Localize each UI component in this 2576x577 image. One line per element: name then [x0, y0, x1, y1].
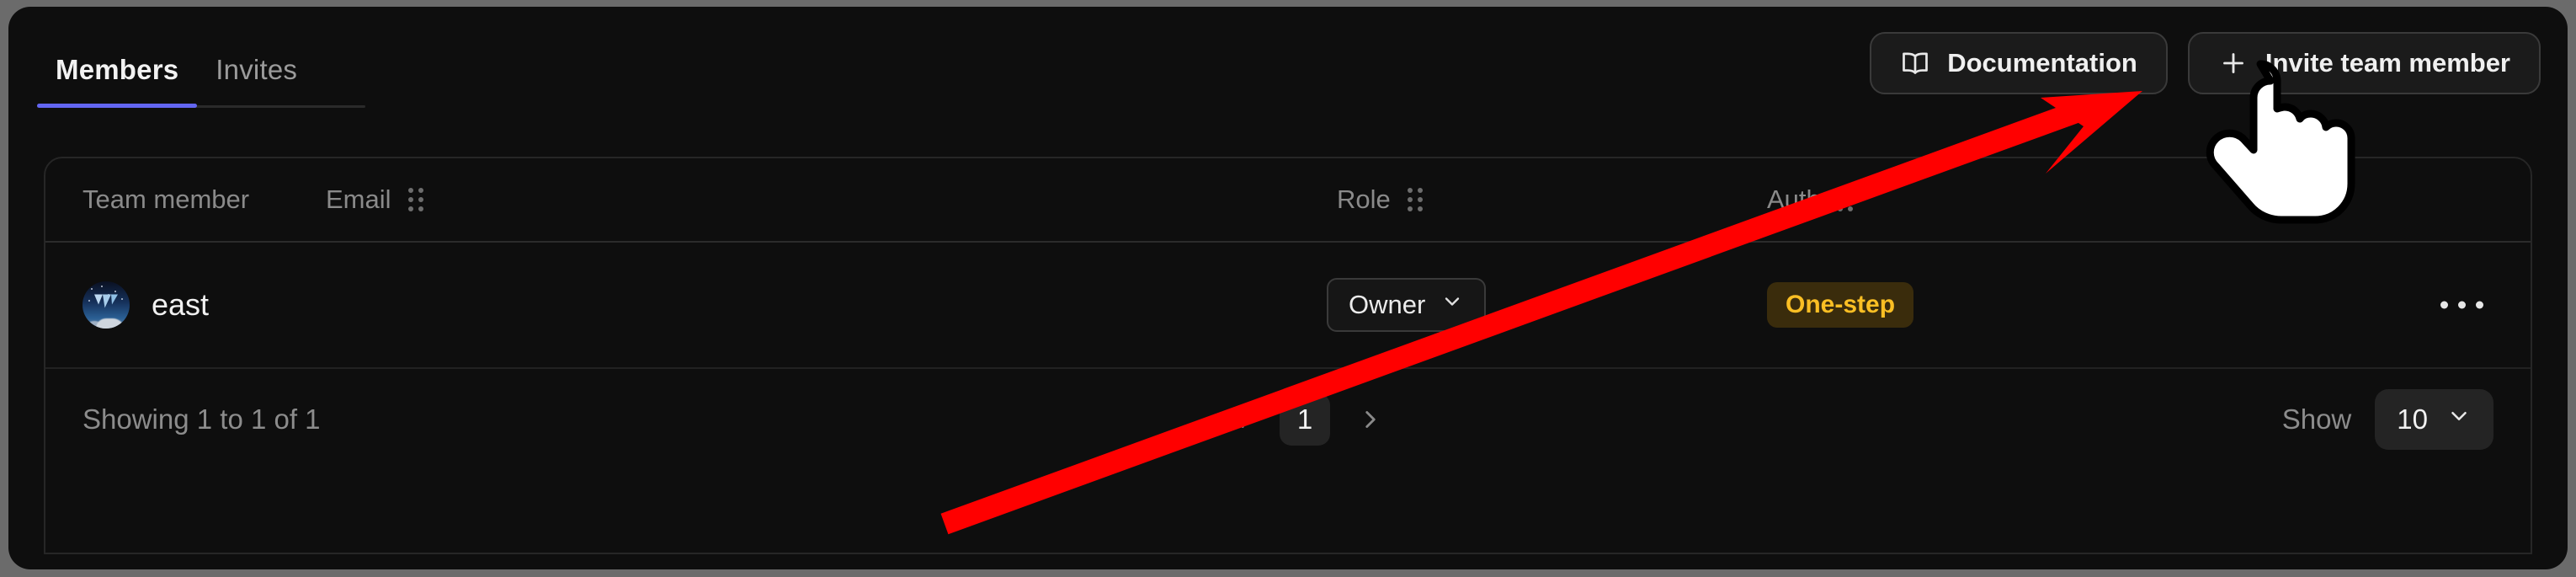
- column-header-email-label: Email: [326, 184, 391, 214]
- documentation-button[interactable]: Documentation: [1870, 32, 2168, 94]
- page-size-control: Show 10: [2282, 389, 2494, 450]
- screenshot-root: Members Invites Documentation Invite tea…: [0, 0, 2576, 577]
- column-drag-handle-icon[interactable]: [407, 188, 423, 211]
- column-header-role-label: Role: [1337, 184, 1391, 214]
- role-value: Owner: [1349, 290, 1426, 319]
- table-header-row: Team member Email Role Auth: [45, 158, 2531, 243]
- avatar-cloud: [96, 318, 125, 329]
- tab-active-indicator: [37, 104, 198, 108]
- tab-members-label: Members: [56, 54, 179, 85]
- column-drag-handle-icon[interactable]: [1837, 188, 1853, 211]
- tab-inactive-indicator: [197, 104, 316, 108]
- member-cell: east: [82, 243, 209, 367]
- chevron-left-icon[interactable]: [1214, 394, 1264, 445]
- invite-team-member-button[interactable]: Invite team member: [2187, 32, 2541, 94]
- page-size-value: 10: [2397, 403, 2428, 435]
- book-open-icon: [1900, 48, 1930, 78]
- panel-header: Members Invites Documentation Invite tea…: [8, 7, 2568, 140]
- column-header-role[interactable]: Role: [1337, 158, 1423, 241]
- member-name: east: [152, 287, 210, 322]
- tab-invites[interactable]: Invites: [197, 54, 316, 108]
- avatar: [82, 281, 130, 329]
- header-actions: Documentation Invite team member: [1870, 32, 2541, 94]
- plus-icon: [2218, 48, 2249, 78]
- column-header-team-member-label: Team member: [82, 184, 250, 214]
- tab-members[interactable]: Members: [37, 54, 198, 108]
- column-header-auth-label: Auth: [1767, 184, 1821, 214]
- tab-invites-label: Invites: [216, 54, 298, 85]
- pagination: 1: [1214, 393, 1396, 446]
- show-label: Show: [2281, 403, 2352, 435]
- members-table: Team member Email Role Auth east Owner O…: [44, 157, 2532, 554]
- page-number-1[interactable]: 1: [1280, 393, 1330, 446]
- documentation-label: Documentation: [1947, 48, 2137, 77]
- avatar-logo-icon: [92, 291, 120, 315]
- column-header-email[interactable]: Email: [326, 158, 423, 241]
- role-dropdown[interactable]: Owner: [1327, 278, 1487, 332]
- tab-bar: Members Invites: [37, 35, 316, 108]
- table-footer: Showing 1 to 1 of 1 1 Show 10: [45, 369, 2531, 470]
- table-row: east Owner One-step: [45, 243, 2531, 369]
- chevron-right-icon[interactable]: [1345, 394, 1396, 445]
- team-members-panel: Members Invites Documentation Invite tea…: [8, 7, 2568, 569]
- column-header-team-member[interactable]: Team member: [82, 158, 249, 241]
- status-badge: One-step: [1767, 282, 1914, 328]
- ellipsis-icon[interactable]: [2434, 290, 2490, 321]
- page-size-select[interactable]: 10: [2375, 389, 2494, 450]
- showing-count: Showing 1 to 1 of 1: [82, 403, 321, 435]
- chevron-down-icon: [2446, 403, 2472, 435]
- invite-team-member-label: Invite team member: [2265, 48, 2510, 77]
- chevron-down-icon: [1440, 290, 1464, 320]
- column-header-auth[interactable]: Auth: [1767, 158, 1853, 241]
- column-drag-handle-icon[interactable]: [1407, 188, 1423, 211]
